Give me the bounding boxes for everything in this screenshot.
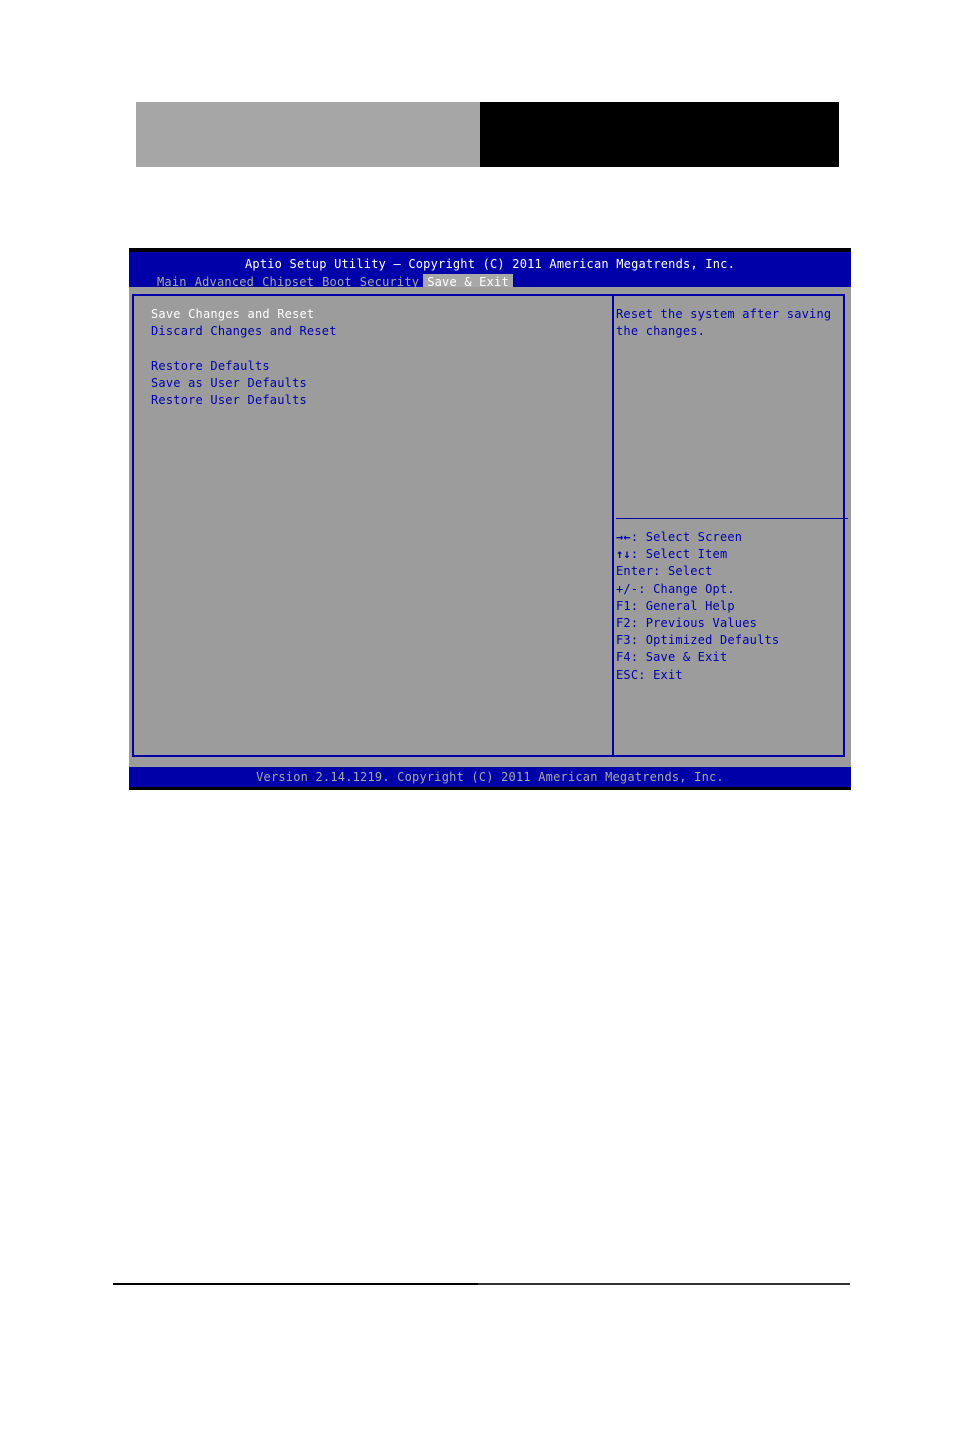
key-legend-item: →←: Select Screen <box>616 530 743 544</box>
key-legend-item: F2: Previous Values <box>616 615 758 630</box>
footer-rule-secondary <box>478 1283 850 1285</box>
menu-list: Save Changes and Reset Discard Changes a… <box>151 306 337 409</box>
menu-item-restore-user-defaults[interactable]: Restore User Defaults <box>151 392 337 409</box>
key-legend: →←: Select Screen ↑↓: Select Item Enter:… <box>616 529 779 684</box>
key-legend-item: F1: General Help <box>616 598 735 613</box>
bios-body: Save Changes and Reset Discard Changes a… <box>129 287 851 767</box>
bios-frame: Save Changes and Reset Discard Changes a… <box>132 294 848 757</box>
help-text: Reset the system after saving the change… <box>616 307 839 339</box>
key-legend-item: F4: Save & Exit <box>616 650 728 665</box>
key-legend-item: +/-: Change Opt. <box>616 581 735 596</box>
arrow-left-right-icon: →← <box>616 530 631 544</box>
key-legend-item: ↑↓: Select Item <box>616 547 728 562</box>
arrow-up-down-icon: ↑↓ <box>616 547 631 562</box>
page-header-black-band <box>480 102 839 167</box>
menu-item-discard-changes-and-reset[interactable]: Discard Changes and Reset <box>151 323 337 340</box>
bios-screenshot: Aptio Setup Utility – Copyright (C) 2011… <box>129 248 851 790</box>
help-divider <box>616 518 848 519</box>
menu-spacer <box>151 340 337 357</box>
key-legend-item: Enter: Select <box>616 564 713 579</box>
page-header-gray-band <box>136 102 480 167</box>
bios-title-bar: Aptio Setup Utility – Copyright (C) 2011… <box>129 252 851 290</box>
key-legend-item: ESC: Exit <box>616 667 683 682</box>
key-legend-item: F3: Optimized Defaults <box>616 633 780 648</box>
menu-item-restore-defaults[interactable]: Restore Defaults <box>151 358 337 375</box>
bios-version: Version 2.14.1219. Copyright (C) 2011 Am… <box>256 770 724 784</box>
bios-title: Aptio Setup Utility – Copyright (C) 2011… <box>244 257 736 271</box>
footer-rule <box>113 1283 478 1285</box>
menu-item-save-as-user-defaults[interactable]: Save as User Defaults <box>151 375 337 392</box>
bios-status-bar: Version 2.14.1219. Copyright (C) 2011 Am… <box>129 767 851 787</box>
menu-item-save-changes-and-reset[interactable]: Save Changes and Reset <box>151 306 337 323</box>
help-pane: Reset the system after saving the change… <box>616 306 846 340</box>
pane-divider <box>612 296 614 755</box>
